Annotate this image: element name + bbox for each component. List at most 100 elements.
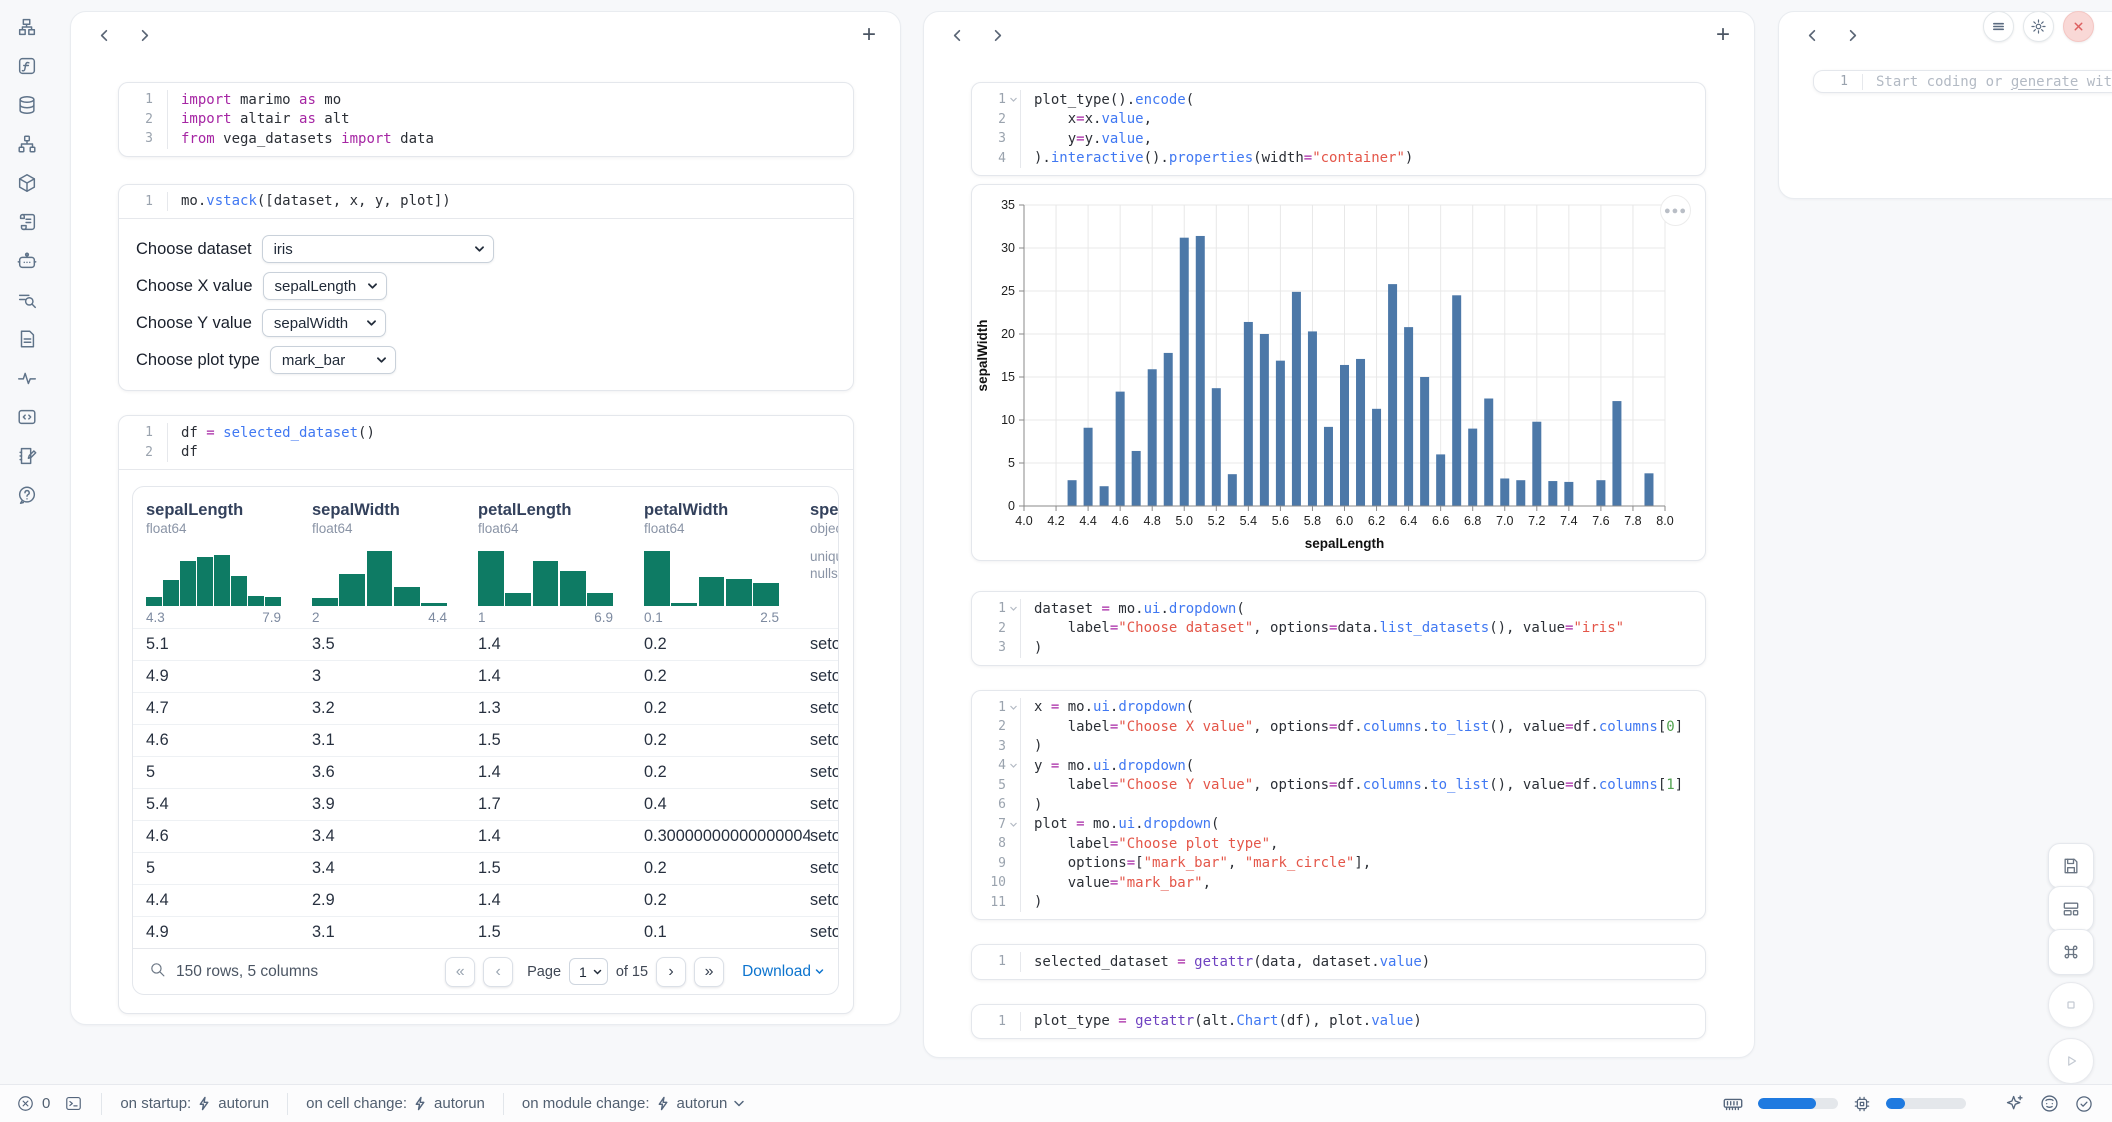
table-cell: setosa	[810, 635, 839, 654]
dataframe-table: sepalLengthsepalWidthpetalLengthpetalWid…	[132, 486, 839, 995]
close-button[interactable]	[2063, 11, 2094, 42]
list-search-icon[interactable]	[14, 287, 40, 313]
code-editor[interactable]: 1selected_dataset = getattr(data, datase…	[972, 945, 1705, 979]
column-header[interactable]: sepalWidth	[312, 487, 478, 521]
column-header[interactable]: petalLength	[478, 487, 644, 521]
stop-button[interactable]	[2048, 982, 2094, 1028]
chat-bot-icon[interactable]	[14, 248, 40, 274]
errors-indicator[interactable]: 0	[16, 1094, 50, 1113]
database-icon[interactable]	[14, 92, 40, 118]
code-snippet-icon[interactable]	[14, 404, 40, 430]
svg-text:0: 0	[1008, 499, 1015, 513]
table-cell: 1.3	[478, 699, 644, 718]
table-row[interactable]: 4.63.11.50.2setosa	[133, 724, 839, 756]
column-next-button[interactable]	[1839, 22, 1865, 48]
table-cell: 1.5	[478, 859, 644, 878]
on-module-change-setting[interactable]: on module change: autorun	[522, 1095, 745, 1112]
code-editor[interactable]: 1plot_type().encode(2 x=x.value,3 y=y.va…	[972, 83, 1705, 175]
column-next-button[interactable]	[984, 22, 1010, 48]
page-select[interactable]: 1	[569, 958, 608, 985]
choose-plot-type-select[interactable]: mark_bar	[270, 346, 396, 374]
column-header[interactable]: sepalLength	[146, 487, 312, 521]
table-row[interactable]: 5.43.91.70.4setosa	[133, 788, 839, 820]
form-row: Choose Y value sepalWidth	[136, 309, 837, 337]
keyboard-shortcuts-button[interactable]	[2048, 929, 2094, 975]
code-editor[interactable]: 1df = selected_dataset()2df	[119, 416, 853, 469]
column-histogram	[312, 548, 447, 606]
svg-text:6.6: 6.6	[1432, 514, 1449, 528]
first-page-button[interactable]: «	[445, 957, 475, 987]
last-page-button[interactable]: »	[694, 957, 724, 987]
table-row[interactable]: 5.13.51.40.2setosa	[133, 628, 839, 660]
code-editor[interactable]: 1 Start coding or generate with AI	[1814, 71, 2112, 92]
connected-check-icon[interactable]	[2074, 1094, 2094, 1114]
file-tree-icon[interactable]	[14, 14, 40, 40]
bar-chart: 4.04.24.44.64.85.05.25.45.65.86.06.26.46…	[972, 185, 1705, 561]
table-cell: 0.2	[644, 731, 810, 750]
add-cell-button[interactable]: +	[862, 25, 876, 45]
code-editor[interactable]: 1mo.vstack([dataset, x, y, plot])	[119, 185, 853, 219]
table-cell: 0.1	[644, 923, 810, 942]
table-row[interactable]: 4.73.21.30.2setosa	[133, 692, 839, 724]
on-startup-setting[interactable]: on startup: autorun	[120, 1095, 269, 1112]
code-line: 3from vega_datasets import data	[119, 129, 853, 149]
settings-gear-button[interactable]	[2023, 11, 2054, 42]
choose-x-value-select[interactable]: sepalLength	[263, 272, 387, 300]
on-cell-change-setting[interactable]: on cell change: autorun	[306, 1095, 485, 1112]
svg-text:25: 25	[1001, 284, 1015, 298]
cell-vstack: 1mo.vstack([dataset, x, y, plot]) Choose…	[118, 184, 854, 392]
table-row[interactable]: 53.61.40.2setosa	[133, 756, 839, 788]
table-row[interactable]: 53.41.50.2setosa	[133, 852, 839, 884]
code-line: 2df	[119, 443, 853, 463]
code-line: 11)	[972, 893, 1705, 913]
layout-button[interactable]	[2048, 886, 2094, 932]
choose-y-value-select[interactable]: sepalWidth	[262, 309, 386, 337]
next-page-button[interactable]: ›	[656, 957, 686, 987]
code-line: 2import altair as alt	[119, 110, 853, 130]
code-line: 1dataset = mo.ui.dropdown(	[972, 599, 1705, 619]
ai-sparkle-icon[interactable]	[2004, 1093, 2025, 1114]
save-button[interactable]	[2048, 843, 2094, 889]
document-icon[interactable]	[14, 326, 40, 352]
table-row[interactable]: 4.931.40.2setosa	[133, 660, 839, 692]
prev-page-button[interactable]: ‹	[483, 957, 513, 987]
download-button[interactable]: Download	[742, 963, 824, 981]
assistant-bot-icon[interactable]	[2039, 1093, 2060, 1114]
column-header[interactable]: petalWidth	[644, 487, 810, 521]
run-button[interactable]	[2048, 1038, 2094, 1084]
table-cell: 0.2	[644, 891, 810, 910]
notebook-controls	[1983, 11, 2094, 42]
script-icon[interactable]	[14, 209, 40, 235]
column-prev-button[interactable]	[944, 22, 970, 48]
column-prev-button[interactable]	[91, 22, 117, 48]
code-line: 2 label="Choose dataset", options=data.l…	[972, 619, 1705, 639]
table-row[interactable]: 4.63.41.40.30000000000000004setosa	[133, 820, 839, 852]
column-prev-button[interactable]	[1799, 22, 1825, 48]
activity-icon[interactable]	[14, 365, 40, 391]
data-flow-icon[interactable]	[14, 131, 40, 157]
table-row[interactable]: 4.93.11.50.1setosa	[133, 916, 839, 948]
code-editor[interactable]: 1dataset = mo.ui.dropdown(2 label="Choos…	[972, 592, 1705, 665]
scratchpad-icon[interactable]	[14, 443, 40, 469]
table-cell: 4.9	[146, 923, 312, 942]
choose-dataset-select[interactable]: iris	[262, 235, 494, 263]
column-dtype: float64	[146, 521, 312, 538]
help-icon[interactable]	[14, 482, 40, 508]
table-row[interactable]: 4.42.91.40.2setosa	[133, 884, 839, 916]
function-square-icon[interactable]	[14, 53, 40, 79]
column-next-button[interactable]	[131, 22, 157, 48]
svg-text:15: 15	[1001, 370, 1015, 384]
terminal-button[interactable]	[64, 1094, 83, 1113]
table-search-icon[interactable]	[149, 961, 166, 983]
column-header[interactable]: species	[810, 487, 839, 521]
chart-menu-button[interactable]: ●●●	[1660, 195, 1691, 226]
code-editor[interactable]: 1plot_type = getattr(alt.Chart(df), plot…	[972, 1005, 1705, 1039]
code-editor[interactable]: 1x = mo.ui.dropdown(2 label="Choose X va…	[972, 691, 1705, 920]
add-cell-button[interactable]: +	[1716, 25, 1730, 45]
dropdown-label: Choose Y value	[136, 314, 252, 333]
package-icon[interactable]	[14, 170, 40, 196]
chevron-down-icon	[733, 1099, 745, 1108]
column-summary: unique:nulls:	[810, 538, 839, 628]
code-editor[interactable]: 1import marimo as mo2import altair as al…	[119, 83, 853, 156]
menu-button[interactable]	[1983, 11, 2014, 42]
